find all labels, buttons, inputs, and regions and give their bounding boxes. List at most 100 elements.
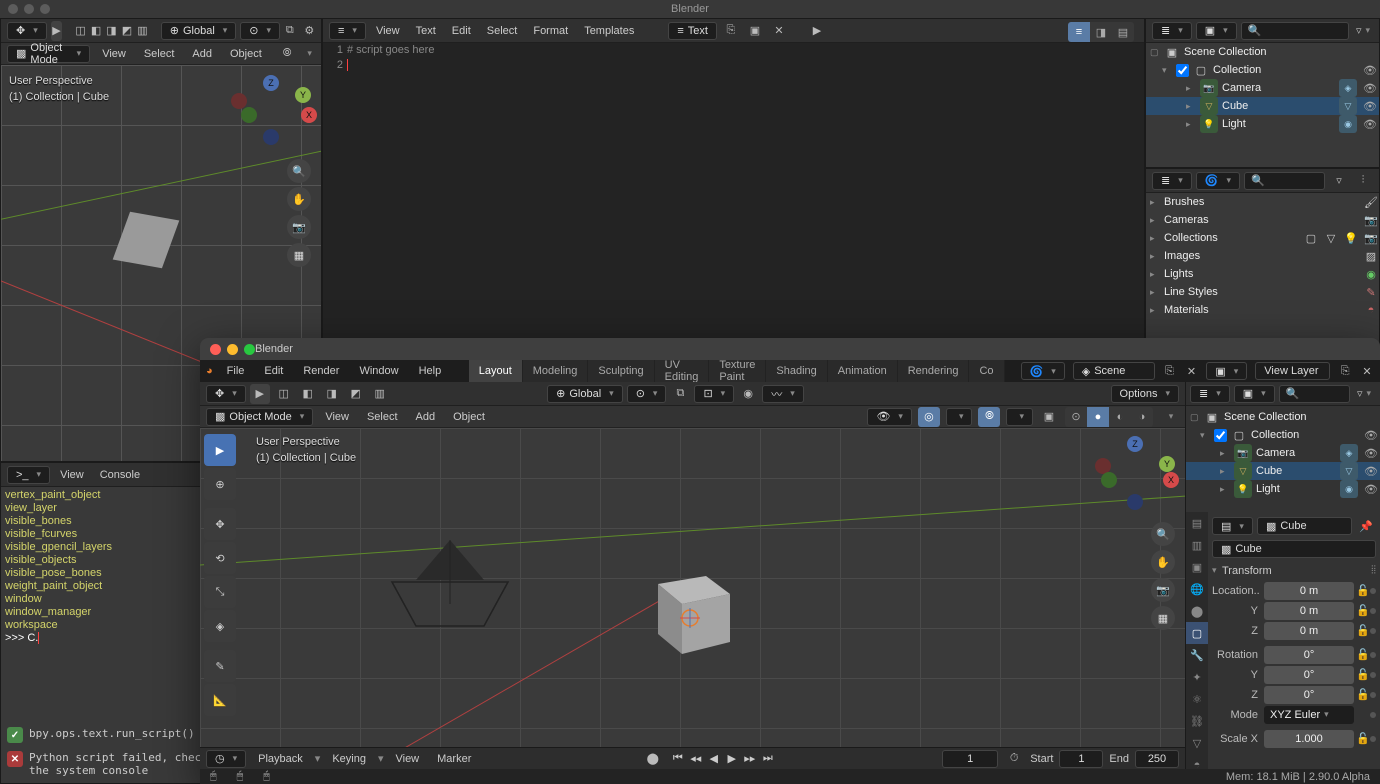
outliner-item-light[interactable]: ▸💡Light◉👁 — [1186, 480, 1380, 498]
visibility-icon[interactable]: 👁 — [1361, 64, 1379, 77]
menu-playback[interactable]: Playback — [252, 753, 309, 765]
gizmo-menu[interactable] — [946, 408, 973, 426]
outliner-item-cube[interactable]: ▸▽ Cube ▽ 👁 — [1146, 97, 1379, 115]
orientation-select[interactable]: ⊕Global — [547, 385, 623, 403]
tool-box-icon[interactable]: ▶ — [250, 384, 270, 404]
menu-view[interactable]: View — [54, 469, 90, 481]
s3-icon[interactable]: ◨ — [322, 384, 342, 404]
s1-icon[interactable]: ◫ — [274, 384, 294, 404]
lock-icon[interactable]: 🔓 — [1356, 584, 1368, 597]
s5-icon[interactable]: ▥ — [370, 384, 390, 404]
menu-add[interactable]: Add — [410, 411, 442, 423]
tool-select-box[interactable]: ▶ — [204, 434, 236, 466]
wstab-uv[interactable]: UV Editing — [655, 360, 710, 382]
wstab-shading[interactable]: Shading — [766, 360, 827, 382]
overlay-toggle[interactable]: ⦾ — [978, 407, 1000, 427]
editor-type-select[interactable]: ≣ — [1152, 22, 1192, 40]
visibility-icon[interactable]: 👁 — [1361, 100, 1379, 113]
tool-scale[interactable]: ⤡ — [204, 576, 236, 608]
editor-type-select[interactable]: >_ — [7, 466, 50, 484]
menu-object[interactable]: Object — [224, 48, 268, 60]
menu-console[interactable]: Console — [94, 469, 146, 481]
editor-type-select[interactable]: ✥ — [206, 385, 246, 403]
unlink-text-icon[interactable]: ✕ — [769, 21, 789, 41]
ptab-modifiers[interactable]: 🔧 — [1186, 644, 1208, 666]
tool-move[interactable]: ✥ — [204, 508, 236, 540]
autokey-icon[interactable]: ⬤ — [643, 749, 663, 769]
rot-y[interactable]: 0° — [1264, 666, 1354, 684]
snap-2-icon[interactable]: ◧ — [90, 21, 101, 41]
snap-3-icon[interactable]: ◨ — [106, 21, 117, 41]
tool-measure[interactable]: 📐 — [204, 684, 236, 716]
menu-keying[interactable]: Keying — [326, 753, 372, 765]
ptab-render[interactable]: ▤ — [1186, 512, 1208, 534]
ptab-output[interactable]: ▥ — [1186, 534, 1208, 556]
snap-5-icon[interactable]: ▥ — [137, 21, 148, 41]
loc-z[interactable]: 0 m — [1264, 622, 1354, 640]
display-mode-2[interactable]: ◨ — [1090, 22, 1112, 42]
props-object-name[interactable]: ▩ Cube — [1212, 540, 1376, 558]
prop-falloff[interactable]: 〰 — [762, 385, 804, 403]
outliner-root[interactable]: ▢▣ Scene Collection — [1146, 43, 1379, 61]
menu-help[interactable]: Help — [413, 365, 448, 377]
prop-edit-icon[interactable]: ◉ — [738, 384, 758, 404]
outliner-root[interactable]: ▢▣Scene Collection — [1186, 408, 1380, 426]
menu-view[interactable]: View — [319, 411, 355, 423]
editor-type-select[interactable]: ≡ — [329, 22, 366, 40]
run-script-icon[interactable]: ▶ — [807, 21, 827, 41]
menu-add[interactable]: Add — [186, 48, 218, 60]
viewport-3d[interactable]: Z Y X 🔍 ✋ 📷 ▦ — [200, 428, 1185, 747]
zoom-icon[interactable]: 🔍 — [1151, 522, 1175, 546]
menu-select[interactable]: Select — [138, 48, 181, 60]
data-lights[interactable]: ▸Lights◉ — [1146, 265, 1379, 283]
data-materials[interactable]: ▸Materials◓ — [1146, 301, 1379, 319]
camera-view-icon[interactable]: 📷 — [287, 215, 311, 239]
unlink-scene-icon[interactable]: ✕ — [1184, 361, 1198, 381]
pivot-select[interactable]: ⊙ — [627, 385, 667, 403]
props-crumb[interactable]: ▩ Cube — [1257, 517, 1352, 535]
jump-prev-keyframe-icon[interactable]: ◂◂ — [687, 750, 705, 768]
rot-z[interactable]: 0° — [1264, 686, 1354, 704]
jump-end-icon[interactable]: ⏭ — [759, 750, 777, 768]
ptab-viewlayer[interactable]: ▣ — [1186, 556, 1208, 578]
frame-current[interactable]: 1 — [942, 750, 998, 768]
editor-type-select[interactable]: ≣ — [1190, 385, 1230, 403]
wstab-texpaint[interactable]: Texture Paint — [709, 360, 766, 382]
menu-render[interactable]: Render — [297, 365, 345, 377]
wstab-animation[interactable]: Animation — [828, 360, 898, 382]
menu-view[interactable]: View — [370, 25, 406, 37]
tool-cursor[interactable]: ⊕ — [204, 468, 236, 500]
panel-transform[interactable]: Transform — [1222, 565, 1371, 577]
menu-object[interactable]: Object — [447, 411, 491, 423]
new-scene-icon[interactable]: ⎘ — [1163, 361, 1177, 381]
overlays-menu[interactable] — [300, 44, 315, 64]
filter-icon[interactable]: ▿ — [1329, 171, 1349, 191]
cube-mesh[interactable] — [113, 212, 180, 268]
display-mode-blend[interactable]: 🌀 — [1196, 172, 1240, 190]
filter2-icon[interactable]: ⫶ — [1353, 171, 1373, 191]
browse-scene[interactable]: 🌀 — [1021, 362, 1065, 380]
menu-view[interactable]: View — [389, 753, 425, 765]
zoom-icon[interactable]: 🔍 — [287, 159, 311, 183]
options-dropdown[interactable]: Options — [1111, 385, 1179, 403]
new-viewlayer-icon[interactable]: ⎘ — [1338, 361, 1352, 381]
jump-start-icon[interactable]: ⏮ — [669, 750, 687, 768]
snap-icon[interactable]: ⧉ — [670, 384, 690, 404]
outliner-search[interactable]: 🔍 — [1244, 172, 1325, 190]
tool-rotate[interactable]: ⟲ — [204, 542, 236, 574]
browse-viewlayer[interactable]: ▣ — [1206, 362, 1247, 380]
display-mode-3[interactable]: ▤ — [1112, 22, 1134, 42]
scene-name[interactable]: ◈Scene — [1073, 362, 1155, 380]
menu-marker[interactable]: Marker — [431, 753, 477, 765]
menu-templates[interactable]: Templates — [578, 25, 640, 37]
display-mode-1[interactable]: ≡ — [1068, 22, 1090, 42]
visibility-select[interactable]: 👁 — [867, 408, 912, 426]
shading-solid[interactable]: ● — [1087, 407, 1109, 427]
s4-icon[interactable]: ◩ — [346, 384, 366, 404]
ptab-object[interactable]: ▢ — [1186, 622, 1208, 644]
ptab-data[interactable]: ▽ — [1186, 732, 1208, 754]
nav-gizmo[interactable]: Z Y X — [231, 75, 311, 155]
outliner-collection[interactable]: ▾ ▢ Collection 👁 — [1146, 61, 1379, 79]
collection-toggle[interactable] — [1176, 64, 1189, 77]
unlink-viewlayer-icon[interactable]: ✕ — [1360, 361, 1374, 381]
